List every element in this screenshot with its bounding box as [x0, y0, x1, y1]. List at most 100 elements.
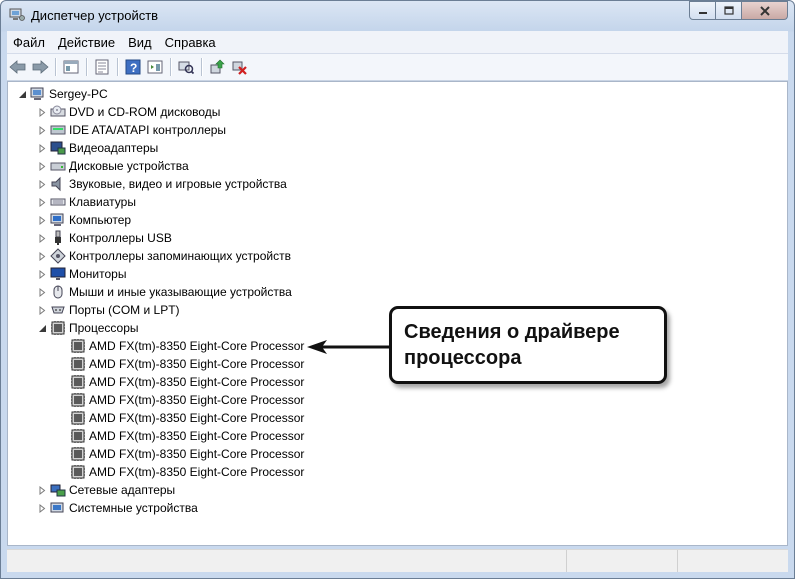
tree-node-label: Мониторы: [69, 267, 127, 281]
tree-category-node[interactable]: Контроллеры USB: [38, 229, 172, 247]
properties-icon[interactable]: [92, 57, 112, 77]
tree-node-label: Звуковые, видео и игровые устройства: [69, 177, 287, 191]
tree-category-node[interactable]: Процессоры: [38, 319, 139, 337]
toolbar: ?: [7, 54, 788, 81]
keyboard-icon: [50, 194, 66, 210]
title-bar[interactable]: Диспетчер устройств: [1, 1, 794, 31]
close-button[interactable]: [742, 1, 788, 20]
tree-category-node[interactable]: Компьютер: [38, 211, 131, 229]
expand-arrow-icon[interactable]: [38, 197, 47, 207]
dvd-drive-icon: [50, 104, 66, 120]
menu-view[interactable]: Вид: [122, 35, 158, 50]
processor-node[interactable]: AMD FX(tm)-8350 Eight-Core Processor: [70, 337, 304, 355]
menu-action[interactable]: Действие: [52, 35, 121, 50]
tree-category-node[interactable]: Порты (COM и LPT): [38, 301, 180, 319]
tree-category-node[interactable]: Дисковые устройства: [38, 157, 189, 175]
tree-category-node[interactable]: IDE ATA/ATAPI контроллеры: [38, 121, 226, 139]
disk-drive-icon: [50, 158, 66, 174]
callout-arrow: [307, 340, 391, 354]
collapse-arrow-icon[interactable]: [18, 90, 27, 99]
expand-arrow-icon[interactable]: [38, 485, 47, 495]
tree-category-node[interactable]: Видеоадаптеры: [38, 139, 158, 157]
processor-icon: [70, 338, 86, 354]
minimize-button[interactable]: [689, 1, 716, 20]
processor-node[interactable]: AMD FX(tm)-8350 Eight-Core Processor: [70, 355, 304, 373]
processor-node[interactable]: AMD FX(tm)-8350 Eight-Core Processor: [70, 373, 304, 391]
expand-arrow-icon[interactable]: [38, 125, 47, 135]
tree-category-node[interactable]: Контроллеры запоминающих устройств: [38, 247, 291, 265]
tree-node-label: IDE ATA/ATAPI контроллеры: [69, 123, 227, 137]
menu-help[interactable]: Справка: [159, 35, 222, 50]
processor-node[interactable]: AMD FX(tm)-8350 Eight-Core Processor: [70, 391, 304, 409]
expand-arrow-icon[interactable]: [38, 143, 47, 153]
expand-arrow-icon[interactable]: [38, 215, 47, 225]
processor-node[interactable]: AMD FX(tm)-8350 Eight-Core Processor: [70, 409, 304, 427]
processor-icon: [70, 464, 86, 480]
menu-file[interactable]: Файл: [7, 35, 51, 50]
usb-icon: [50, 230, 66, 246]
tree-node-label: DVD и CD-ROM дисководы: [69, 105, 221, 119]
scan-hardware-icon[interactable]: [176, 57, 196, 77]
callout-line-2: процессора: [404, 347, 522, 369]
tree-node-label: Процессоры: [69, 321, 139, 335]
processor-node[interactable]: AMD FX(tm)-8350 Eight-Core Processor: [70, 427, 304, 445]
expand-arrow-icon[interactable]: [38, 179, 47, 189]
collapse-arrow-icon[interactable]: [38, 324, 47, 333]
expand-arrow-icon[interactable]: [38, 287, 47, 297]
tree-category-node[interactable]: Системные устройства: [38, 499, 198, 517]
tree-root-node[interactable]: Sergey-PC: [18, 85, 108, 103]
expand-arrow-icon[interactable]: [38, 503, 47, 513]
processor-icon: [70, 410, 86, 426]
processor-icon: [70, 428, 86, 444]
tree-node-label: AMD FX(tm)-8350 Eight-Core Processor: [89, 375, 305, 389]
processor-icon: [70, 446, 86, 462]
processor-icon: [70, 392, 86, 408]
uninstall-icon[interactable]: [229, 57, 249, 77]
window-title: Диспетчер устройств: [31, 8, 159, 23]
storage-controller-icon: [50, 248, 66, 264]
tree-node-label: Видеоадаптеры: [69, 141, 159, 155]
action-pane-icon[interactable]: [145, 57, 165, 77]
tree-category-node[interactable]: Клавиатуры: [38, 193, 136, 211]
tree-node-label: Контроллеры USB: [69, 231, 172, 245]
tree-node-label: AMD FX(tm)-8350 Eight-Core Processor: [89, 357, 305, 371]
device-manager-icon: [9, 8, 25, 22]
ide-controller-icon: [50, 122, 66, 138]
toolbar-separator: [55, 58, 56, 76]
expand-arrow-icon[interactable]: [38, 233, 47, 243]
processor-node[interactable]: AMD FX(tm)-8350 Eight-Core Processor: [70, 463, 304, 481]
processor-icon: [70, 356, 86, 372]
tree-node-label: Сетевые адаптеры: [69, 483, 176, 497]
tree-category-node[interactable]: Мониторы: [38, 265, 126, 283]
processor-node[interactable]: AMD FX(tm)-8350 Eight-Core Processor: [70, 445, 304, 463]
help-icon[interactable]: ?: [123, 57, 143, 77]
tree-node-label: Порты (COM и LPT): [69, 303, 180, 317]
tree-category-node[interactable]: DVD и CD-ROM дисководы: [38, 103, 220, 121]
tree-category-node[interactable]: Мыши и иные указывающие устройства: [38, 283, 292, 301]
port-icon: [50, 302, 66, 318]
tree-node-label: Дисковые устройства: [69, 159, 189, 173]
toolbar-separator: [170, 58, 171, 76]
tree-node-label: Системные устройства: [69, 501, 198, 515]
update-driver-icon[interactable]: [207, 57, 227, 77]
back-arrow-icon[interactable]: [8, 57, 28, 77]
tree-category-node[interactable]: Сетевые адаптеры: [38, 481, 175, 499]
expand-arrow-icon[interactable]: [38, 107, 47, 117]
maximize-button[interactable]: [716, 1, 742, 20]
computer-icon: [50, 212, 66, 228]
expand-arrow-icon[interactable]: [38, 161, 47, 171]
forward-arrow-icon[interactable]: [30, 57, 50, 77]
status-cell: [567, 550, 679, 572]
system-device-icon: [50, 500, 66, 516]
tree-node-label: Мыши и иные указывающие устройства: [69, 285, 292, 299]
callout-line-1: Сведения о драйвере: [404, 321, 620, 343]
toolbar-separator: [201, 58, 202, 76]
expand-arrow-icon[interactable]: [38, 269, 47, 279]
expand-arrow-icon[interactable]: [38, 305, 47, 315]
console-tree-icon[interactable]: [61, 57, 81, 77]
annotation-callout: Сведения о драйвере процессора: [389, 306, 667, 384]
expand-arrow-icon[interactable]: [38, 251, 47, 261]
device-manager-window: Диспетчер устройств Файл Действие Вид Сп…: [0, 0, 795, 579]
tree-category-node[interactable]: Звуковые, видео и игровые устройства: [38, 175, 287, 193]
tree-node-label: AMD FX(tm)-8350 Eight-Core Processor: [89, 411, 305, 425]
